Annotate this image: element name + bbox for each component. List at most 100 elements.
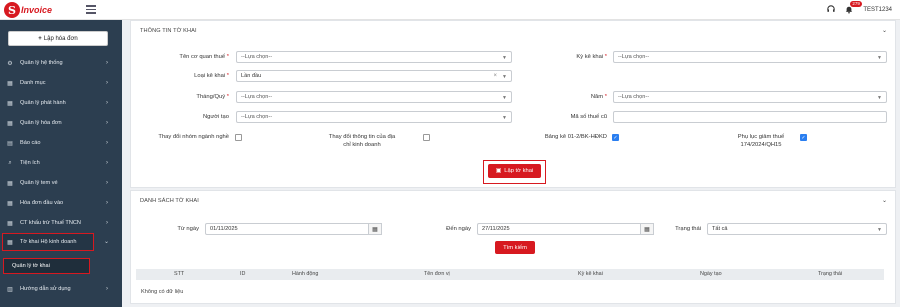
sidebar-item-label: Quản lý tem vé — [20, 180, 58, 186]
sidebar-item-label: Hướng dẫn sử dụng — [20, 286, 71, 292]
chevron-down-icon: ▼ — [502, 74, 507, 80]
chevron-down-icon: ⌄ — [104, 239, 110, 245]
sidebar-item-user-guide[interactable]: ▥ Hướng dẫn sử dụng › — [0, 281, 122, 297]
tax-reduction-appendix-label: Phụ lục giảm thuế 174/2024/QH15 — [737, 134, 785, 148]
username[interactable]: TEST1234 — [863, 7, 892, 13]
chevron-right-icon: › — [106, 160, 108, 166]
logo-mark: S — [4, 2, 20, 18]
month-quarter-select[interactable]: --Lựa chọn-- ▼ — [236, 91, 512, 103]
tax-reduction-appendix-checkbox[interactable]: ✓ — [800, 134, 807, 141]
empty-table-message: Không có dữ liệu — [141, 289, 184, 295]
column-header: Ngày tạo — [700, 271, 722, 277]
grid-icon: ▦ — [7, 200, 13, 207]
chevron-down-icon: ▼ — [877, 95, 882, 101]
sidebar-subitem-manage-declarations[interactable]: Quản lý tờ khai — [3, 258, 90, 274]
chevron-down-icon: ▼ — [877, 227, 882, 233]
year-select[interactable]: --Lựa chọn-- ▼ — [613, 91, 887, 103]
bk-list-label: Bảng kê 01-2/BK-HĐKD — [544, 134, 607, 140]
clear-icon[interactable]: × — [493, 73, 497, 79]
chevron-down-icon[interactable]: ⌄ — [882, 197, 887, 204]
chevron-down-icon: ▼ — [502, 115, 507, 121]
chevron-right-icon: › — [106, 60, 108, 66]
top-bar: S Invoice 279 TEST1234 — [0, 0, 900, 20]
tax-office-label: Tên cơ quan thuế * — [179, 54, 229, 60]
sidebar-item-utilities[interactable]: ⌕ Tiện ích › — [0, 155, 122, 171]
grid-icon: ▦ — [7, 100, 13, 107]
sidebar-item-household-declaration[interactable]: ▦ Tờ khai Hộ kinh doanh — [2, 233, 94, 251]
chevron-right-icon: › — [106, 180, 108, 186]
status-label: Trạng thái — [675, 226, 701, 232]
from-date-input[interactable]: 01/11/2025 — [205, 223, 373, 235]
sidebar-item-label: Quản lý phát hành — [20, 100, 66, 106]
creator-select[interactable]: --Lựa chọn-- ▼ — [236, 111, 512, 123]
period-value: --Lựa chọn-- — [618, 54, 650, 60]
notification-bell-icon[interactable]: 279 — [845, 0, 862, 16]
grid-icon: ▦ — [7, 239, 13, 246]
report-icon: ▤ — [7, 140, 13, 147]
sidebar-item-label: Quản lý hóa đơn — [20, 120, 62, 126]
year-value: --Lựa chọn-- — [618, 94, 650, 100]
old-tax-code-input[interactable] — [613, 111, 887, 123]
headset-icon[interactable] — [827, 5, 836, 15]
logo-text: Invoice — [21, 5, 53, 15]
declaration-info-panel: THÔNG TIN TỜ KHAI ⌄ Tên cơ quan thuế * -… — [130, 20, 896, 188]
sidebar-item-reports[interactable]: ▤ Báo cáo › — [0, 135, 122, 151]
chevron-right-icon: › — [106, 100, 108, 106]
chevron-down-icon: ▼ — [877, 55, 882, 61]
sidebar-item-issuance[interactable]: ▦ Quản lý phát hành › — [0, 95, 122, 111]
to-date-label: Đến ngày — [446, 226, 471, 232]
sidebar: + Lập hóa đơn ⚙ Quản lý hệ thống › ▦ Dan… — [0, 20, 122, 307]
hamburger-menu-icon[interactable] — [86, 5, 96, 14]
chevron-right-icon: › — [106, 80, 108, 86]
book-icon: ▥ — [7, 286, 13, 293]
year-label: Năm * — [590, 94, 607, 100]
sidebar-item-label: Quản lý hệ thống — [20, 60, 63, 66]
sidebar-item-catalog[interactable]: ▦ Danh mục › — [0, 75, 122, 91]
bk-list-checkbox[interactable]: ✓ — [612, 134, 619, 141]
chevron-right-icon: › — [106, 220, 108, 226]
status-select[interactable]: Tất cả ▼ — [707, 223, 887, 235]
create-declaration-label: Lập tờ khai — [504, 168, 534, 174]
column-header: Kỳ kê khai — [578, 271, 603, 277]
chevron-right-icon: › — [106, 140, 108, 146]
search-button[interactable]: Tìm kiếm — [495, 241, 535, 254]
create-declaration-button[interactable]: ▣ Lập tờ khai — [488, 164, 541, 178]
sidebar-item-stamps[interactable]: ▦ Quản lý tem vé › — [0, 175, 122, 191]
period-select[interactable]: --Lựa chọn-- ▼ — [613, 51, 887, 63]
column-header: ID — [240, 271, 246, 277]
column-header: Tên đơn vị — [424, 271, 450, 277]
sidebar-item-label: CT khấu trừ Thuế TNCN — [20, 220, 81, 226]
create-invoice-button[interactable]: + Lập hóa đơn — [8, 31, 108, 46]
chevron-down-icon: ▼ — [502, 55, 507, 61]
grid-icon: ▦ — [7, 80, 13, 87]
sidebar-item-pit-withholding[interactable]: ▦ CT khấu trừ Thuế TNCN › — [0, 215, 122, 231]
declaration-type-select[interactable]: Lần đầu × ▼ — [236, 70, 512, 82]
create-invoice-label: Lập hóa đơn — [43, 35, 78, 42]
change-business-group-checkbox[interactable] — [235, 134, 242, 141]
column-header: Hành động — [292, 271, 319, 277]
sidebar-item-label: Báo cáo — [20, 140, 41, 146]
search-icon: ⌕ — [8, 159, 12, 166]
change-address-checkbox[interactable] — [423, 134, 430, 141]
sidebar-item-input-invoices[interactable]: ▦ Hóa đơn đầu vào › — [0, 195, 122, 211]
column-header: STT — [174, 271, 185, 277]
sidebar-item-label: Danh mục — [20, 80, 46, 86]
sidebar-item-invoices[interactable]: ▦ Quản lý hóa đơn › — [0, 115, 122, 131]
tax-office-value: --Lựa chọn-- — [241, 54, 273, 60]
tax-office-select[interactable]: --Lựa chọn-- ▼ — [236, 51, 512, 63]
chevron-right-icon: › — [106, 200, 108, 206]
chevron-down-icon[interactable]: ⌄ — [882, 27, 887, 34]
grid-icon: ▦ — [7, 220, 13, 227]
sidebar-item-label: Tờ khai Hộ kinh doanh — [20, 239, 77, 245]
to-date-input[interactable]: 27/11/2025 — [477, 223, 645, 235]
sidebar-item-system[interactable]: ⚙ Quản lý hệ thống › — [0, 55, 122, 71]
sidebar-item-label: Hóa đơn đầu vào — [20, 200, 64, 206]
calendar-icon[interactable]: ▦ — [368, 223, 382, 235]
logo[interactable]: S Invoice — [4, 2, 68, 18]
chevron-right-icon: › — [106, 286, 108, 292]
save-icon: ▣ — [495, 168, 502, 174]
panel-title: DANH SÁCH TỜ KHAI — [140, 198, 199, 204]
creator-value: --Lựa chọn-- — [241, 114, 273, 120]
creator-label: Người tạo — [202, 114, 229, 120]
notification-badge: 279 — [850, 0, 862, 7]
